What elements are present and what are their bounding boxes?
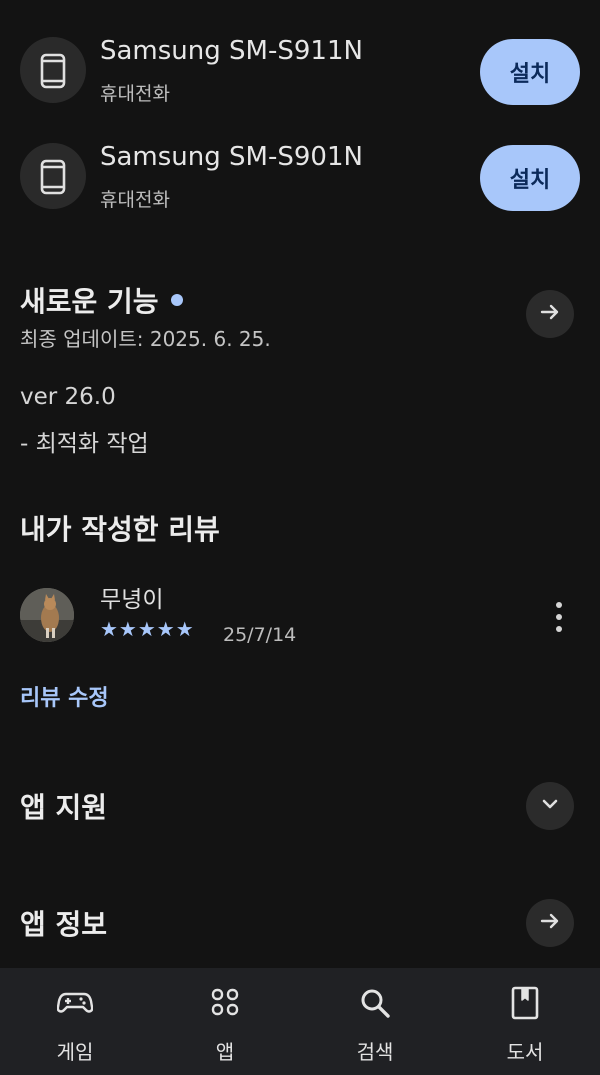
arrow-right-icon	[538, 300, 562, 328]
nav-item-games[interactable]: 게임	[0, 968, 150, 1075]
whats-new-title-text: 새로운 기능	[20, 285, 159, 318]
nav-label: 검색	[356, 1040, 394, 1064]
device-type: 휴대전화	[100, 189, 170, 211]
phone-icon	[20, 37, 86, 103]
install-button[interactable]: 설치	[480, 39, 580, 105]
bottom-navigation: 게임 앱 검색 도서	[0, 968, 600, 1075]
book-icon	[510, 986, 540, 1024]
release-note: - 최적화 작업	[20, 431, 149, 457]
nav-item-books[interactable]: 도서	[450, 968, 600, 1075]
whats-new-arrow-button[interactable]	[526, 290, 574, 338]
review-date: 25/7/14	[223, 624, 297, 646]
device-name: Samsung SM-S901N	[100, 142, 363, 172]
reviewer-name: 무녕이	[100, 587, 164, 613]
app-info-title[interactable]: 앱 정보	[20, 903, 107, 943]
device-type: 휴대전화	[100, 83, 170, 105]
more-vert-icon[interactable]	[548, 600, 572, 634]
app-info-arrow-button[interactable]	[526, 899, 574, 947]
nav-label: 도서	[506, 1040, 544, 1064]
star-rating: ★★★★★	[100, 617, 195, 641]
last-updated: 최종 업데이트: 2025. 6. 25.	[20, 327, 271, 351]
chevron-down-icon	[538, 792, 562, 820]
search-icon	[358, 986, 392, 1024]
new-indicator-dot	[170, 294, 183, 306]
app-support-expand-button[interactable]	[526, 782, 574, 830]
gamepad-icon	[56, 986, 94, 1022]
whats-new-title[interactable]: 새로운 기능	[20, 280, 183, 320]
device-name: Samsung SM-S911N	[100, 36, 363, 66]
install-button[interactable]: 설치	[480, 145, 580, 211]
avatar	[20, 588, 74, 642]
my-review-title: 내가 작성한 리뷰	[20, 513, 220, 546]
app-support-title[interactable]: 앱 지원	[20, 786, 107, 826]
version-text: ver 26.0	[20, 384, 116, 410]
device-row: Samsung SM-S901N 휴대전화 설치	[20, 142, 580, 212]
arrow-right-icon	[538, 909, 562, 937]
edit-review-link[interactable]: 리뷰 수정	[20, 680, 109, 712]
device-row: Samsung SM-S911N 휴대전화 설치	[20, 36, 580, 106]
nav-label: 앱	[215, 1040, 235, 1064]
nav-item-apps[interactable]: 앱	[150, 968, 300, 1075]
nav-item-search[interactable]: 검색	[300, 968, 450, 1075]
apps-grid-icon	[209, 986, 241, 1022]
phone-icon	[20, 143, 86, 209]
nav-label: 게임	[56, 1040, 94, 1064]
app-details-content: Samsung SM-S911N 휴대전화 설치 Samsung SM-S901…	[0, 0, 600, 968]
